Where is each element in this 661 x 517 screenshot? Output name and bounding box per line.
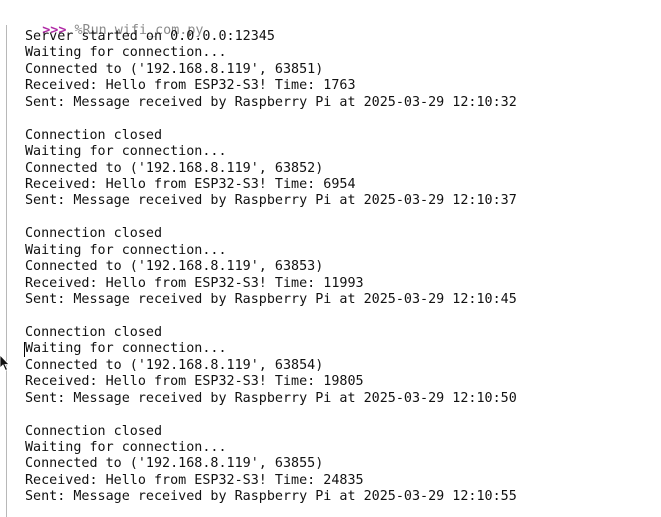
blank-line [25, 111, 517, 127]
prompt-line[interactable]: >>> %Run wifi_com.py [10, 4, 203, 38]
blank-line [25, 407, 517, 423]
waiting-line: Waiting for connection... [25, 45, 227, 61]
console-output: Server started on 0.0.0.0:12345 Waiting … [25, 29, 517, 506]
connection-closed-line: Connection closed [25, 226, 163, 242]
connected-line: Connected to ('192.168.8.119', 63855) [25, 456, 324, 472]
console-left-border [6, 25, 7, 517]
sent-line: Sent: Message received by Raspberry Pi a… [25, 193, 517, 209]
text-cursor [24, 342, 25, 357]
connected-line: Connected to ('192.168.8.119', 63853) [25, 259, 324, 275]
blank-line [25, 308, 517, 324]
connected-line: Connected to ('192.168.8.119', 63854) [25, 357, 324, 373]
sent-line: Sent: Message received by Raspberry Pi a… [25, 489, 517, 505]
waiting-line: Waiting for connection... [25, 144, 227, 160]
blank-line [25, 210, 517, 226]
received-line: Received: Hello from ESP32-S3! Time: 248… [25, 472, 364, 488]
connection-closed-line: Connection closed [25, 423, 163, 439]
waiting-line: Waiting for connection... [25, 341, 227, 357]
received-line: Received: Hello from ESP32-S3! Time: 198… [25, 374, 364, 390]
connection-closed-line: Connection closed [25, 127, 163, 143]
received-line: Received: Hello from ESP32-S3! Time: 119… [25, 275, 364, 291]
shell-console[interactable]: >>> %Run wifi_com.py Server started on 0… [0, 0, 661, 517]
server-started-line: Server started on 0.0.0.0:12345 [25, 29, 275, 44]
sent-line: Sent: Message received by Raspberry Pi a… [25, 94, 517, 110]
connected-line: Connected to ('192.168.8.119', 63852) [25, 160, 324, 176]
sent-line: Sent: Message received by Raspberry Pi a… [25, 292, 517, 307]
waiting-line: Waiting for connection... [25, 439, 227, 455]
waiting-line: Waiting for connection... [25, 242, 227, 258]
connection-closed-line: Connection closed [25, 324, 163, 340]
sent-line: Sent: Message received by Raspberry Pi a… [25, 390, 517, 406]
received-line: Received: Hello from ESP32-S3! Time: 176… [25, 78, 356, 94]
mouse-pointer-icon [0, 355, 10, 371]
connected-line: Connected to ('192.168.8.119', 63851) [25, 61, 324, 77]
received-line: Received: Hello from ESP32-S3! Time: 695… [25, 176, 356, 192]
